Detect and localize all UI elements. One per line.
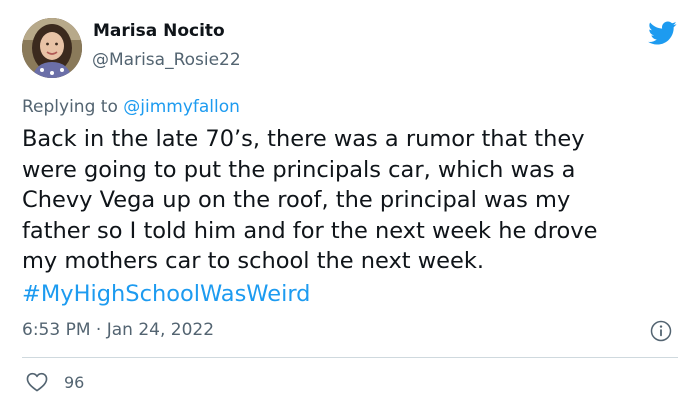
- twitter-bird-icon[interactable]: [645, 18, 679, 48]
- tweet-line: Chevy Vega up on the roof, the principal…: [22, 187, 571, 213]
- tweet-line: were going to put the principals car, wh…: [22, 156, 576, 183]
- tweet-line: father so I told him and for the next we…: [22, 217, 598, 244]
- hashtag-link[interactable]: #MyHighSchoolWasWeird: [22, 279, 310, 309]
- reply-prefix: Replying to: [22, 97, 118, 117]
- tweet-line: my mothers car to school the next week.: [22, 248, 485, 274]
- divider: [22, 357, 678, 358]
- tweet-line: Back in the late 70’s, there was a rumor…: [22, 126, 585, 152]
- reply-context: Replying to @jimmyfallon: [22, 97, 240, 117]
- author-name[interactable]: Marisa Nocito: [93, 21, 225, 41]
- info-icon[interactable]: [650, 320, 672, 342]
- author-handle[interactable]: @Marisa_Rosie22: [92, 50, 241, 70]
- reply-mention-link[interactable]: @jimmyfallon: [123, 97, 240, 117]
- like-count[interactable]: 96: [64, 373, 84, 392]
- tweet-text: Back in the late 70’s, there was a rumor…: [22, 124, 682, 277]
- heart-icon[interactable]: [26, 372, 48, 392]
- tweet-timestamp[interactable]: 6:53 PM · Jan 24, 2022: [22, 320, 214, 340]
- avatar[interactable]: [22, 18, 82, 78]
